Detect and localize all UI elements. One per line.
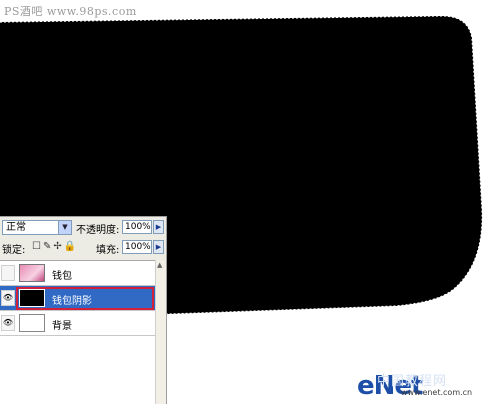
layer-row-wallet[interactable]: 钱包: [0, 261, 155, 286]
layer-thumbnail-background: [19, 314, 45, 332]
lock-icons[interactable]: ☐✎✢🔒: [32, 241, 78, 252]
layer-thumbnail-wallet: [19, 264, 45, 282]
eye-icon[interactable]: 👁: [1, 315, 15, 331]
visibility-toggle-empty[interactable]: [1, 265, 15, 281]
opacity-field[interactable]: 100%: [122, 220, 152, 234]
blend-mode-select[interactable]: 正常 ▼: [2, 220, 72, 235]
fill-field[interactable]: 100%: [122, 240, 152, 254]
watermark-bottom: eNet 中国教程网 www.enet.com.cn: [345, 367, 497, 401]
scroll-up-icon[interactable]: ▲: [157, 261, 162, 269]
layers-list: 钱包 👁 钱包阴影 👁 背景: [0, 260, 155, 405]
layer-name: 背景: [52, 321, 72, 332]
lock-label: 锁定:: [2, 245, 26, 256]
lock-row: 锁定: ☐✎✢🔒 填充: 100% ▶: [2, 240, 164, 256]
opacity-arrow-icon[interactable]: ▶: [153, 220, 164, 234]
layers-scrollbar[interactable]: ▲: [155, 260, 166, 404]
layer-name: 钱包: [52, 271, 72, 282]
eye-icon[interactable]: 👁: [1, 290, 15, 306]
opacity-label: 不透明度:: [76, 225, 120, 236]
blend-row: 正常 ▼ 不透明度: 100% ▶: [2, 220, 164, 236]
watermark-top: PS酒吧 www.98ps.com: [4, 5, 137, 18]
watermark-cn-text: 中国教程网: [377, 374, 448, 389]
layer-row-background[interactable]: 👁 背景: [0, 311, 155, 336]
layer-thumbnail-shadow: [19, 289, 45, 307]
layer-name: 钱包阴影: [52, 296, 92, 307]
fill-label: 填充:: [96, 245, 120, 256]
blend-mode-value: 正常: [6, 222, 26, 233]
layers-panel: 正常 ▼ 不透明度: 100% ▶ 锁定: ☐✎✢🔒 填充: 100% ▶ 钱包…: [0, 216, 167, 405]
watermark-url: www.enet.com.cn: [401, 388, 473, 397]
layer-row-wallet-shadow[interactable]: 👁 钱包阴影: [0, 286, 155, 311]
fill-arrow-icon[interactable]: ▶: [153, 240, 164, 254]
chevron-down-icon[interactable]: ▼: [58, 221, 71, 234]
